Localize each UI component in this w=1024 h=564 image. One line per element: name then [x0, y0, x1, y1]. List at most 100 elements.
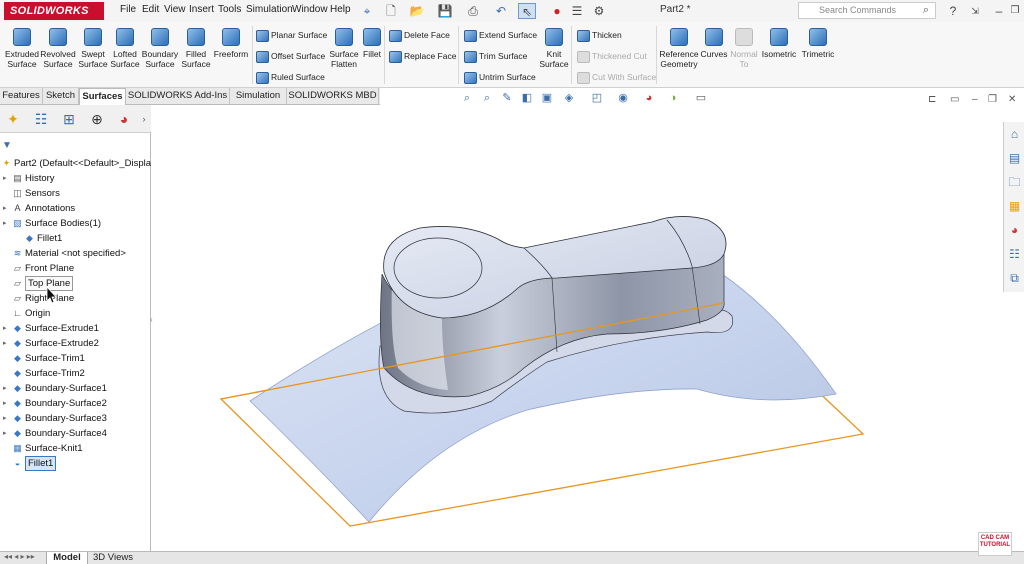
tree-item[interactable]: ◫ Sensors — [0, 186, 151, 201]
view-palette-icon[interactable]: ▦ — [1006, 198, 1023, 215]
display-manager-tab-icon[interactable]: ◕ — [113, 109, 135, 129]
search-commands-input[interactable]: Search Commands ⌕ — [798, 2, 936, 19]
pin-icon[interactable]: ⌖ — [358, 3, 376, 19]
dynamic-annotation-icon[interactable]: ▣ — [540, 91, 554, 105]
thicken-button[interactable]: Thicken — [575, 26, 622, 44]
boundary-surface-button[interactable]: Boundary Surface — [140, 24, 180, 69]
options-gear-icon[interactable]: ⚙ — [590, 3, 608, 19]
menu-edit[interactable]: Edit — [142, 4, 159, 15]
chevron-right-icon[interactable]: › — [138, 109, 150, 129]
menu-window[interactable]: Window — [292, 4, 328, 15]
offset-surface-button[interactable]: Offset Surface — [254, 47, 325, 65]
revolved-surface-button[interactable]: Revolved Surface — [38, 24, 78, 69]
view-settings-icon[interactable]: ▭ — [694, 91, 708, 105]
menu-insert[interactable]: Insert — [189, 4, 214, 15]
pin-window-icon[interactable]: ⇲ — [966, 3, 984, 19]
feature-manager-tab-icon[interactable]: ✦ — [2, 109, 24, 129]
menu-simulation[interactable]: Simulation — [246, 4, 293, 15]
custom-properties-icon[interactable]: ☷ — [1006, 246, 1023, 263]
tree-item[interactable]: ▦ Surface-Knit1 — [0, 441, 151, 456]
tree-root-part[interactable]: ✦ Part2 (Default<<Default>_Displa — [0, 156, 151, 171]
open-icon[interactable]: 📂 — [408, 3, 426, 19]
planar-surface-button[interactable]: Planar Surface — [254, 26, 327, 44]
lofted-surface-button[interactable]: Lofted Surface — [105, 24, 145, 69]
menu-file[interactable]: File — [120, 4, 136, 15]
save-icon[interactable]: 💾 — [436, 3, 454, 19]
ruled-surface-button[interactable]: Ruled Surface — [254, 68, 325, 86]
trim-surface-button[interactable]: Trim Surface — [462, 47, 527, 65]
reference-geometry-button[interactable]: Reference Geometry — [658, 24, 700, 69]
new-document-icon[interactable]: 🗋 — [382, 3, 400, 19]
zoom-to-fit-icon[interactable]: ⌕ — [460, 91, 474, 105]
tree-item[interactable]: ▸ ◆ Surface-Extrude2 — [0, 336, 151, 351]
menu-help[interactable]: Help — [330, 4, 351, 15]
graphics-viewport[interactable] — [152, 106, 1003, 551]
tab-model[interactable]: Model — [46, 552, 88, 564]
undo-icon[interactable]: ↶ — [492, 3, 510, 19]
viewport-split-icon[interactable]: ⊏ — [928, 94, 936, 105]
isometric-button[interactable]: Isometric — [760, 24, 798, 59]
tab-3d-views[interactable]: 3D Views — [90, 552, 136, 564]
home-icon[interactable]: ⌂ — [1006, 126, 1023, 143]
tree-item[interactable]: ▸ A Annotations — [0, 201, 151, 216]
knit-surface-button[interactable]: Knit Surface — [538, 24, 570, 69]
tree-item[interactable]: ▸ ◆ Boundary-Surface3 — [0, 411, 151, 426]
tree-item[interactable]: ∟ Origin — [0, 306, 151, 321]
search-icon[interactable]: ⌕ — [923, 3, 929, 18]
property-manager-tab-icon[interactable]: ☷ — [30, 109, 52, 129]
tree-item[interactable]: ▱ Right Plane — [0, 291, 151, 306]
viewport-pin-icon[interactable]: ▭ — [950, 94, 959, 105]
viewport-close-icon[interactable]: ✕ — [1008, 94, 1016, 105]
tree-item[interactable]: ▱ Top Plane — [0, 276, 151, 291]
expand-arrow-icon[interactable]: ▸ — [3, 381, 9, 396]
zoom-to-area-icon[interactable]: ⌕ — [480, 91, 494, 105]
untrim-surface-button[interactable]: Untrim Surface — [462, 68, 536, 86]
tab-features[interactable]: Features — [0, 88, 43, 105]
restore-icon[interactable]: ❐ — [1006, 3, 1024, 19]
section-view-icon[interactable]: ◧ — [520, 91, 534, 105]
expand-arrow-icon[interactable]: ▸ — [3, 336, 9, 351]
solidworks-logo[interactable]: SOLIDWORKS — [4, 2, 104, 20]
filter-icon[interactable]: ▼ — [2, 140, 12, 151]
select-icon[interactable]: ⇖ — [518, 3, 536, 19]
display-style-icon[interactable]: ◰ — [590, 91, 604, 105]
tree-item[interactable]: ◆ Surface-Trim2 — [0, 366, 151, 381]
scroll-left-icon[interactable]: ◂◂ ◂ ▸ ▸▸ — [4, 552, 35, 561]
fillet-button[interactable]: Fillet — [360, 24, 384, 59]
viewport-minimize-icon[interactable]: – — [972, 94, 978, 105]
tree-item[interactable]: ◒ Fillet1 — [0, 456, 151, 471]
tree-item[interactable]: ▸ ◆ Boundary-Surface4 — [0, 426, 151, 441]
normal-to-button[interactable]: Normal To — [728, 24, 760, 69]
tab-surfaces[interactable]: Surfaces — [79, 88, 126, 105]
trimetric-button[interactable]: Trimetric — [798, 24, 838, 59]
design-library-icon[interactable]: ▤ — [1006, 150, 1023, 167]
tree-item[interactable]: ◆ Surface-Trim1 — [0, 351, 151, 366]
help-icon[interactable]: ? — [944, 3, 962, 19]
tree-item[interactable]: ▸ ◆ Surface-Extrude1 — [0, 321, 151, 336]
file-properties-icon[interactable]: ☰ — [568, 3, 586, 19]
expand-arrow-icon[interactable]: ▸ — [3, 396, 9, 411]
curves-button[interactable]: Curves — [700, 24, 728, 59]
dimxpert-manager-tab-icon[interactable]: ⊕ — [86, 109, 108, 129]
tree-item[interactable]: ▸ ◆ Boundary-Surface1 — [0, 381, 151, 396]
expand-arrow-icon[interactable]: ▸ — [3, 321, 9, 336]
apply-scene-icon[interactable]: ◑ — [666, 91, 680, 105]
tab-simulation[interactable]: Simulation — [230, 88, 287, 105]
tab-solidworks-mbd[interactable]: SOLIDWORKS MBD — [287, 88, 379, 105]
expand-arrow-icon[interactable]: ▸ — [3, 426, 9, 441]
print-icon[interactable]: ⎙ — [464, 3, 482, 19]
hide-show-items-icon[interactable]: ◉ — [616, 91, 630, 105]
tree-item[interactable]: ◆ Fillet1 — [0, 231, 151, 246]
expand-arrow-icon[interactable]: ▸ — [3, 411, 9, 426]
extend-surface-button[interactable]: Extend Surface — [462, 26, 537, 44]
viewport-restore-icon[interactable]: ❐ — [988, 94, 997, 105]
tree-item[interactable]: ▱ Front Plane — [0, 261, 151, 276]
cut-with-surface-button[interactable]: Cut With Surface — [575, 68, 656, 86]
edit-appearance-icon[interactable]: ◕ — [642, 91, 656, 105]
appearances-icon[interactable]: ◕ — [1006, 222, 1023, 239]
tree-item[interactable]: ▸ ▧ Surface Bodies(1) — [0, 216, 151, 231]
file-explorer-icon[interactable]: 🗀 — [1006, 174, 1023, 191]
thickened-cut-button[interactable]: Thickened Cut — [575, 47, 647, 65]
tab-sketch[interactable]: Sketch — [43, 88, 79, 105]
configuration-manager-tab-icon[interactable]: ⊞ — [58, 109, 80, 129]
